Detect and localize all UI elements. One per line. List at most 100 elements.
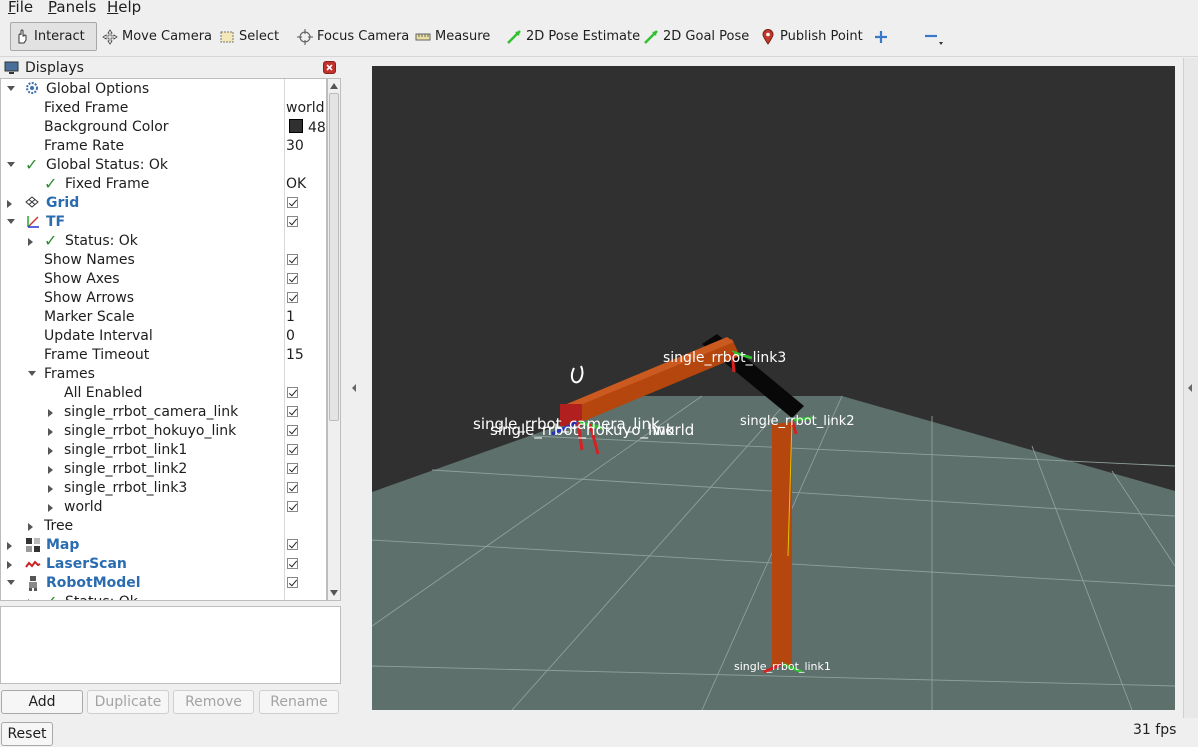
expand-arrow-right-icon[interactable] [7, 542, 12, 550]
tree-row[interactable]: Frames [1, 365, 326, 384]
select-tool-button[interactable]: Select [216, 22, 282, 51]
tree-row-label: Update Interval [44, 328, 153, 344]
enabled-checkbox[interactable] [287, 254, 298, 265]
menu-panels[interactable]: Panels [48, 0, 96, 16]
tree-row-value[interactable]: OK [286, 176, 306, 192]
tree-row[interactable]: Frame Rate 30 [1, 137, 326, 156]
tree-row-label: Grid [46, 195, 80, 211]
enabled-checkbox[interactable] [287, 273, 298, 284]
menu-help[interactable]: Help [107, 0, 141, 16]
tree-row[interactable]: Fixed Frame world [1, 99, 326, 118]
tree-row[interactable]: LaserScan [1, 555, 326, 574]
tree-row[interactable]: Background Color 48; [1, 118, 326, 137]
enabled-checkbox[interactable] [287, 539, 298, 550]
tree-row-value[interactable]: world [286, 100, 325, 116]
publish-point-tool-button[interactable]: Publish Point [757, 22, 866, 51]
expand-arrow-right-icon[interactable] [7, 200, 12, 208]
expand-arrow-right-icon[interactable] [48, 485, 53, 493]
displays-scrollbar[interactable] [327, 78, 341, 601]
expand-arrow-right-icon[interactable] [48, 428, 53, 436]
remove-button[interactable]: Remove [173, 690, 254, 714]
tree-row[interactable]: Tree [1, 517, 326, 536]
tree-row[interactable]: Show Axes [1, 270, 326, 289]
expand-arrow-right-icon[interactable] [28, 599, 33, 600]
measure-tool-button[interactable]: Measure [412, 22, 493, 51]
tree-row[interactable]: single_rrbot_link2 [1, 460, 326, 479]
3d-scene[interactable]: single_rrbot_link3 single_rrbot_link2 si… [372, 66, 1175, 710]
tree-row[interactable]: single_rrbot_link1 [1, 441, 326, 460]
enabled-checkbox[interactable] [287, 406, 298, 417]
tree-row-value[interactable]: 48; [286, 119, 326, 136]
tree-row[interactable]: Show Names [1, 251, 326, 270]
expand-arrow-down-icon[interactable] [7, 219, 15, 224]
expand-arrow-right-icon[interactable] [48, 447, 53, 455]
expand-arrow-right-icon[interactable] [48, 504, 53, 512]
tree-row[interactable]: Show Arrows [1, 289, 326, 308]
tree-row-value[interactable]: 30 [286, 138, 304, 154]
remove-tool-button[interactable] [919, 22, 947, 51]
enabled-checkbox[interactable] [287, 197, 298, 208]
tree-row-value[interactable]: 1 [286, 309, 295, 325]
enabled-checkbox[interactable] [287, 501, 298, 512]
enabled-checkbox[interactable] [287, 558, 298, 569]
expand-arrow-down-icon[interactable] [7, 162, 15, 167]
enabled-checkbox[interactable] [287, 463, 298, 474]
enabled-checkbox[interactable] [287, 425, 298, 436]
enabled-checkbox[interactable] [287, 292, 298, 303]
tree-row[interactable]: Map [1, 536, 326, 555]
enabled-checkbox[interactable] [287, 444, 298, 455]
tree-row[interactable]: ✓ Status: Ok [1, 592, 326, 600]
tree-row-label: Background Color [44, 119, 169, 135]
2d-pose-estimate-tool-button[interactable]: 2D Pose Estimate [503, 22, 643, 51]
render-viewport[interactable]: single_rrbot_link3 single_rrbot_link2 si… [372, 66, 1175, 710]
tree-row[interactable]: All Enabled [1, 384, 326, 403]
expand-arrow-right-icon[interactable] [7, 561, 12, 569]
reset-button[interactable]: Reset [1, 722, 53, 746]
right-side-panel-handle[interactable] [1183, 58, 1198, 718]
tree-row[interactable]: Update Interval 0 [1, 327, 326, 346]
tree-row[interactable]: RobotModel [1, 574, 326, 593]
interact-tool-button[interactable]: Interact [10, 22, 97, 51]
tree-row[interactable]: ✓ Global Status: Ok [1, 155, 326, 175]
tree-row[interactable]: Frame Timeout 15 [1, 346, 326, 365]
enabled-checkbox[interactable] [287, 482, 298, 493]
tree-row[interactable]: single_rrbot_hokuyo_link [1, 422, 326, 441]
rename-button[interactable]: Rename [259, 690, 339, 714]
tree-row[interactable]: TF [1, 213, 326, 232]
expand-arrow-down-icon[interactable] [7, 580, 15, 585]
scroll-thumb[interactable] [329, 93, 339, 421]
focus-camera-tool-button[interactable]: Focus Camera [294, 22, 412, 51]
tree-row[interactable]: ✓ Fixed Frame OK [1, 174, 326, 194]
tree-row-value[interactable]: 0 [286, 328, 295, 344]
tree-row[interactable]: Grid [1, 194, 326, 213]
scroll-up-arrow-icon[interactable] [330, 83, 338, 89]
enabled-checkbox[interactable] [287, 387, 298, 398]
add-button[interactable]: Add [1, 690, 83, 714]
enabled-checkbox[interactable] [287, 216, 298, 227]
tree-row[interactable]: single_rrbot_camera_link [1, 403, 326, 422]
scroll-down-arrow-icon[interactable] [330, 590, 338, 596]
tree-row[interactable]: Marker Scale 1 [1, 308, 326, 327]
tree-row-value[interactable]: 15 [286, 347, 304, 363]
right-splitter-arrow-icon[interactable] [1188, 384, 1192, 392]
expand-arrow-right-icon[interactable] [28, 238, 33, 246]
2d-goal-pose-tool-button[interactable]: 2D Goal Pose [640, 22, 752, 51]
expand-arrow-down-icon[interactable] [28, 371, 36, 376]
expand-arrow-right-icon[interactable] [48, 409, 53, 417]
tree-row[interactable]: ✓ Status: Ok [1, 231, 326, 251]
displays-tree[interactable]: Global Options Fixed Frame world Background… [0, 78, 327, 601]
move-camera-tool-button[interactable]: Move Camera [99, 22, 215, 51]
expand-arrow-right-icon[interactable] [48, 466, 53, 474]
close-icon[interactable] [323, 61, 336, 74]
duplicate-button[interactable]: Duplicate [87, 690, 169, 714]
tree-row[interactable]: world [1, 498, 326, 517]
left-splitter-arrow-icon[interactable] [352, 384, 356, 392]
enabled-checkbox[interactable] [287, 577, 298, 588]
tree-row[interactable]: Global Options [1, 80, 326, 99]
tree-row[interactable]: single_rrbot_link3 [1, 479, 326, 498]
menu-file[interactable]: File [8, 0, 33, 16]
expand-arrow-down-icon[interactable] [7, 86, 15, 91]
add-tool-button[interactable] [871, 22, 891, 51]
fps-indicator: 31 fps [1133, 722, 1177, 738]
expand-arrow-right-icon[interactable] [28, 523, 33, 531]
